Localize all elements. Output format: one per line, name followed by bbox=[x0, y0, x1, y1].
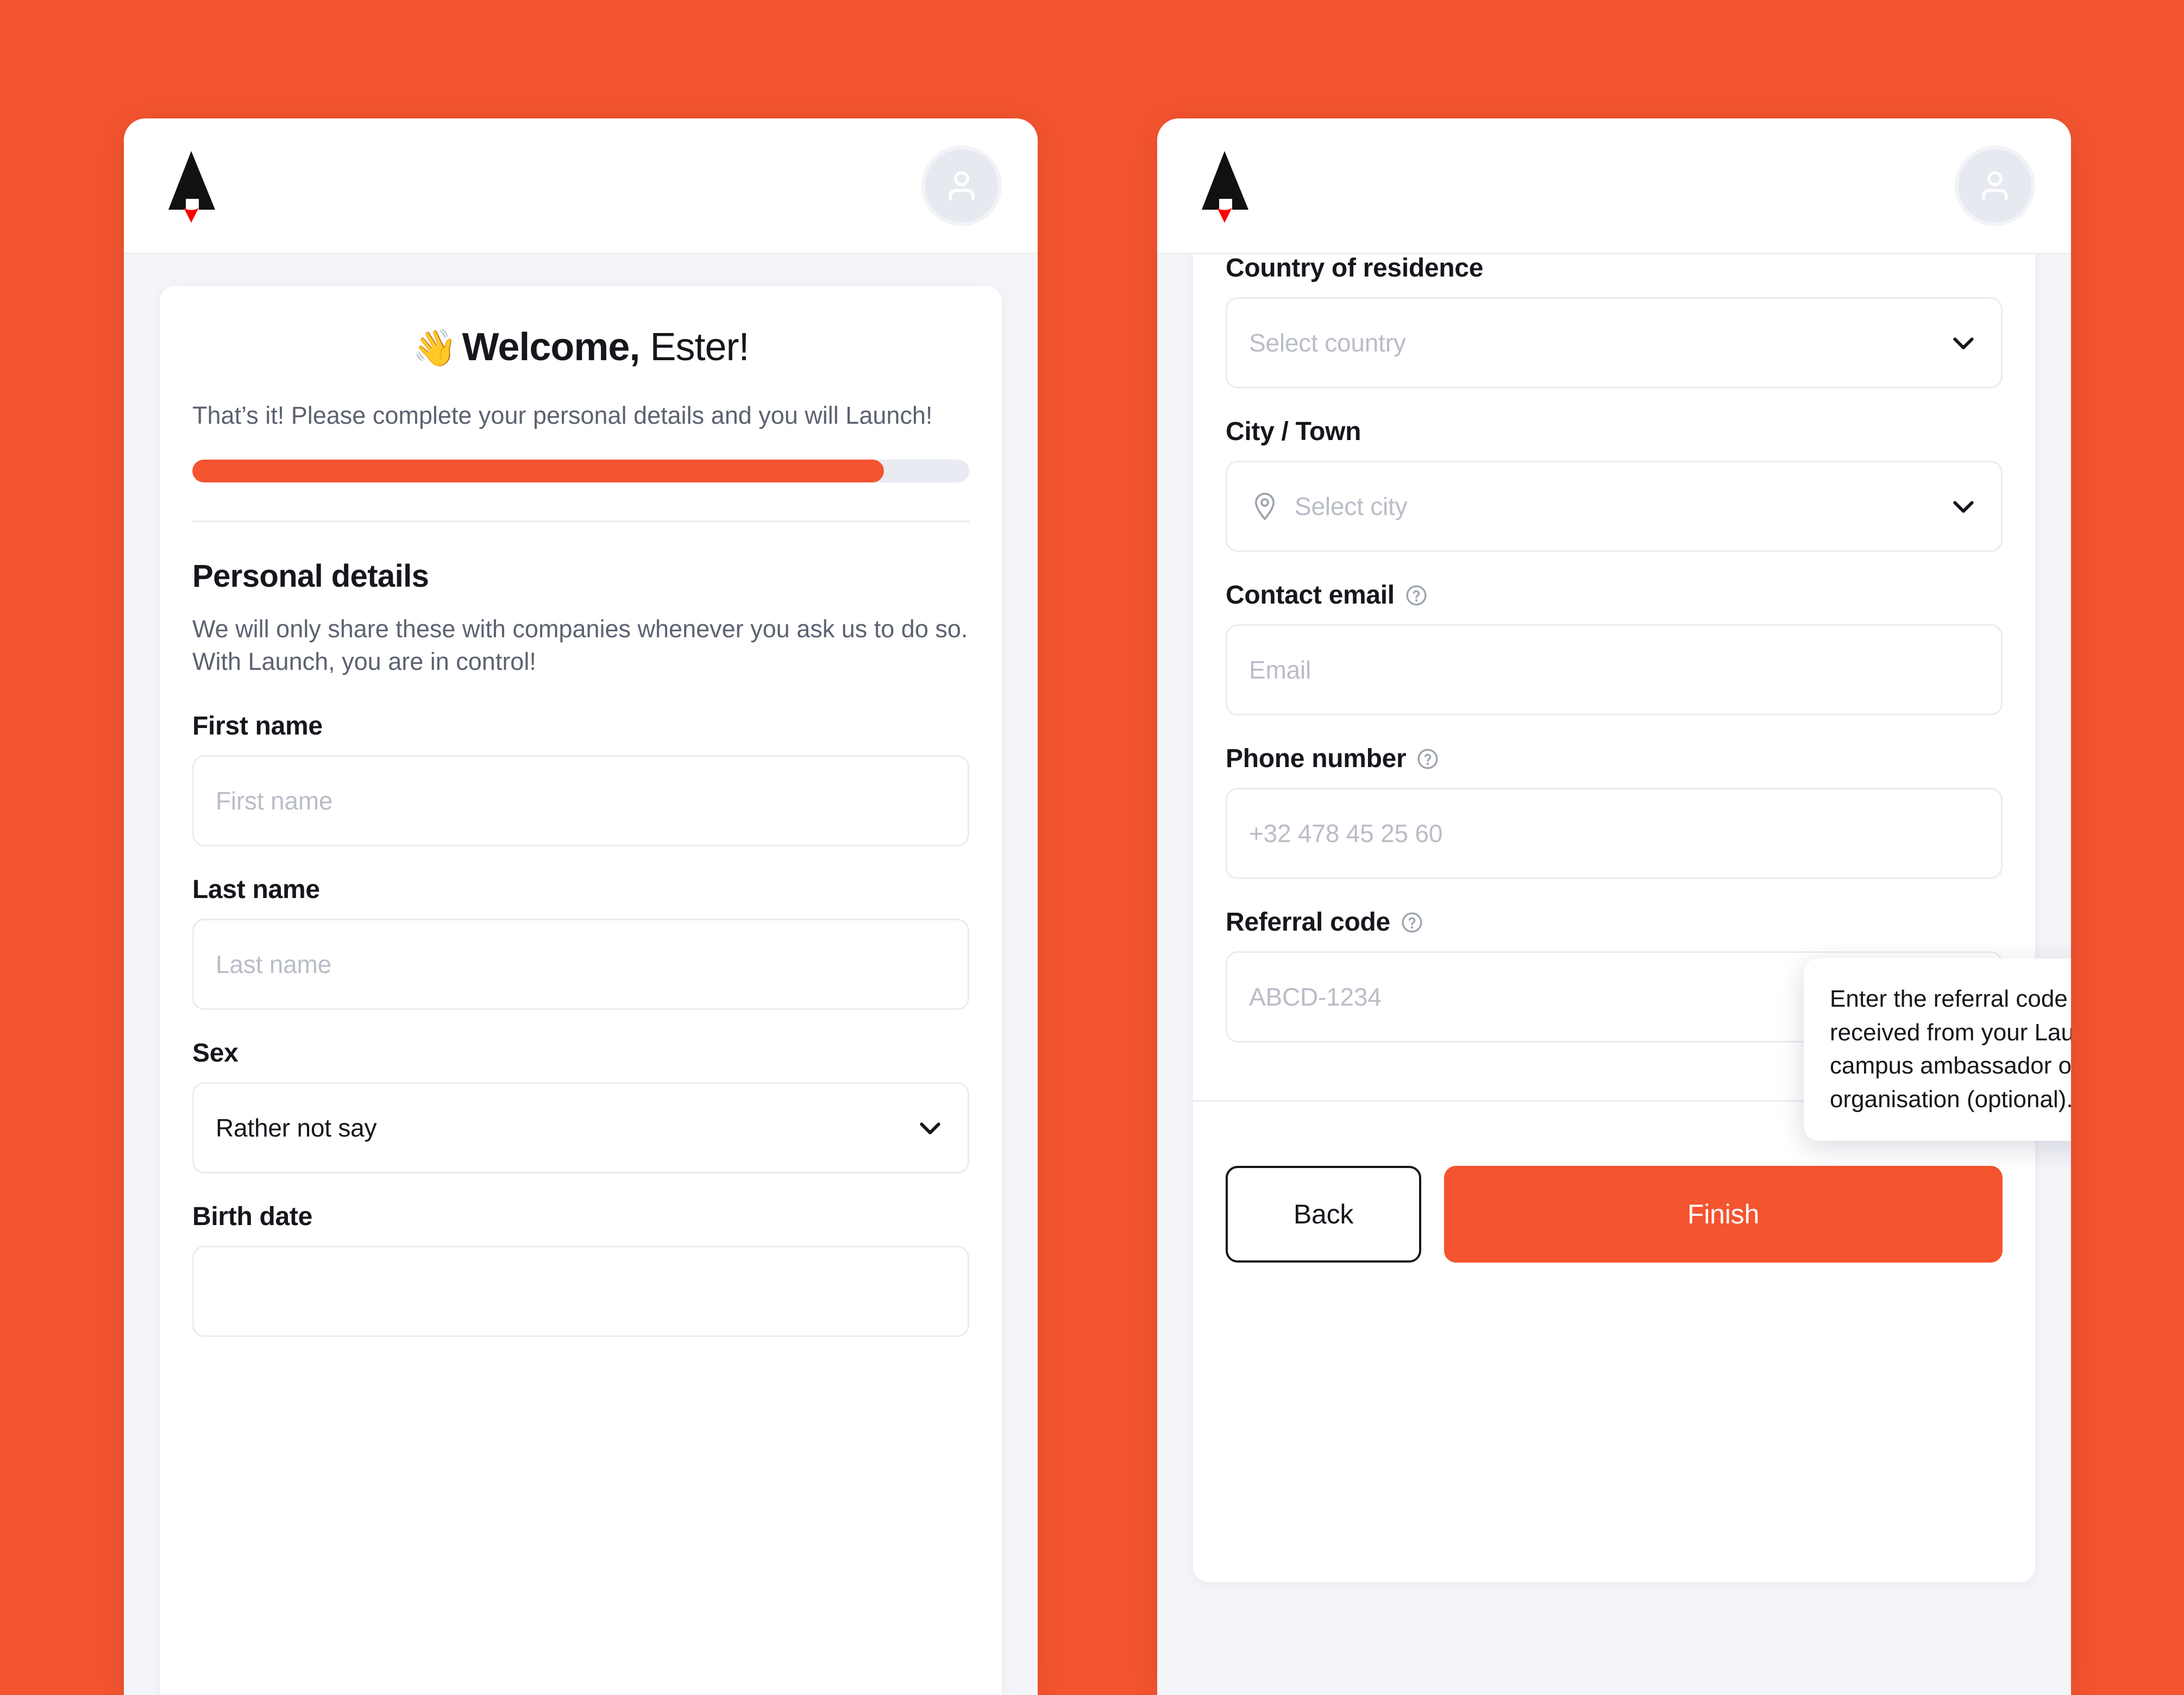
app-header-right bbox=[1157, 118, 2071, 254]
help-circle-icon[interactable] bbox=[1416, 747, 1440, 771]
label-birth-date-text: Birth date bbox=[192, 1202, 313, 1231]
welcome-heading: 👋 Welcome, Ester! bbox=[192, 325, 969, 370]
label-referral-code-text: Referral code bbox=[1226, 908, 1390, 937]
label-phone-number: Phone number bbox=[1226, 744, 2003, 774]
personal-details-card: 👋 Welcome, Ester! That’s it! Please compl… bbox=[160, 286, 1002, 1695]
label-sex-text: Sex bbox=[192, 1038, 239, 1068]
onboarding-progress-bar bbox=[192, 460, 969, 483]
chevron-down-icon bbox=[1953, 501, 1974, 513]
field-contact-email: Contact email Email bbox=[1226, 580, 2003, 715]
location-pin-icon bbox=[1254, 492, 1275, 520]
phone-frame-left: 👋 Welcome, Ester! That’s it! Please compl… bbox=[124, 118, 1038, 1695]
section-description: We will only share these with companies … bbox=[192, 615, 968, 675]
referral-code-placeholder: ABCD-1234 bbox=[1249, 983, 1382, 1011]
left-scroll-area[interactable]: 👋 Welcome, Ester! That’s it! Please compl… bbox=[124, 254, 1038, 1695]
phone-number-input[interactable]: +32 478 45 25 60 bbox=[1226, 788, 2003, 879]
finish-button[interactable]: Finish bbox=[1444, 1166, 2003, 1263]
label-city-town: City / Town bbox=[1226, 417, 2003, 447]
app-header-left bbox=[124, 118, 1038, 254]
field-last-name: Last name Last name bbox=[192, 875, 969, 1010]
account-avatar[interactable] bbox=[1955, 145, 2035, 226]
waving-hand-icon: 👋 bbox=[412, 328, 457, 368]
help-circle-icon[interactable] bbox=[1404, 583, 1428, 607]
label-first-name: First name bbox=[192, 711, 969, 741]
progress-bar-fill bbox=[192, 460, 884, 483]
label-referral-code: Referral code bbox=[1226, 907, 2003, 937]
field-birth-date: Birth date bbox=[192, 1202, 969, 1337]
first-name-placeholder: First name bbox=[216, 786, 333, 815]
user-icon bbox=[1982, 171, 2008, 200]
label-last-name: Last name bbox=[192, 875, 969, 905]
city-select[interactable]: Select city bbox=[1226, 461, 2003, 552]
last-name-placeholder: Last name bbox=[216, 950, 331, 978]
city-placeholder: Select city bbox=[1295, 492, 1408, 520]
label-last-name-text: Last name bbox=[192, 875, 320, 904]
contact-email-input[interactable]: Email bbox=[1226, 624, 2003, 715]
label-contact-email-text: Contact email bbox=[1226, 581, 1395, 610]
label-sex: Sex bbox=[192, 1038, 969, 1068]
contact-email-placeholder: Email bbox=[1249, 656, 1311, 684]
country-placeholder: Select country bbox=[1249, 329, 1406, 357]
country-select[interactable]: Select country bbox=[1226, 297, 2003, 388]
label-country-of-residence: Country of residence bbox=[1226, 254, 2003, 283]
section-title-personal-details: Personal details bbox=[192, 558, 429, 594]
label-country-of-residence-text: Country of residence bbox=[1226, 254, 1484, 282]
referral-code-tooltip: Enter the referral code you have receive… bbox=[1804, 958, 2071, 1141]
birth-date-input[interactable] bbox=[192, 1245, 969, 1337]
field-city-town: City / Town Select city bbox=[1226, 417, 2003, 552]
label-first-name-text: First name bbox=[192, 711, 323, 740]
label-city-town-text: City / Town bbox=[1226, 417, 1361, 446]
chevron-down-icon bbox=[920, 1122, 940, 1134]
label-contact-email: Contact email bbox=[1226, 580, 2003, 610]
sex-selected-value: Rather not say bbox=[216, 1113, 377, 1142]
help-circle-icon[interactable] bbox=[1400, 911, 1424, 934]
account-avatar[interactable] bbox=[921, 145, 1002, 226]
welcome-subtitle: That’s it! Please complete your personal… bbox=[192, 401, 933, 429]
section-divider bbox=[192, 520, 969, 523]
user-icon bbox=[949, 171, 975, 200]
launch-rocket-logo[interactable] bbox=[165, 149, 217, 223]
chevron-down-icon bbox=[1953, 337, 1974, 349]
field-country-of-residence: Country of residence Select country bbox=[1226, 254, 2003, 388]
label-phone-number-text: Phone number bbox=[1226, 744, 1407, 773]
label-birth-date: Birth date bbox=[192, 1202, 969, 1232]
welcome-user-name: Ester! bbox=[650, 325, 749, 369]
field-phone-number: Phone number +32 478 45 25 60 bbox=[1226, 744, 2003, 879]
launch-rocket-logo[interactable] bbox=[1198, 149, 1251, 223]
phone-number-placeholder: +32 478 45 25 60 bbox=[1249, 819, 1443, 847]
last-name-input[interactable]: Last name bbox=[192, 918, 969, 1010]
address-contact-card: Country of residence Select country City… bbox=[1193, 254, 2035, 1582]
field-first-name: First name First name bbox=[192, 711, 969, 846]
back-button[interactable]: Back bbox=[1226, 1166, 1421, 1263]
welcome-greeting: Welcome, bbox=[462, 325, 641, 369]
first-name-input[interactable]: First name bbox=[192, 755, 969, 846]
phone-frame-right: Country of residence Select country City… bbox=[1157, 118, 2071, 1695]
sex-select[interactable]: Rather not say bbox=[192, 1082, 969, 1173]
field-sex: Sex Rather not say bbox=[192, 1038, 969, 1173]
